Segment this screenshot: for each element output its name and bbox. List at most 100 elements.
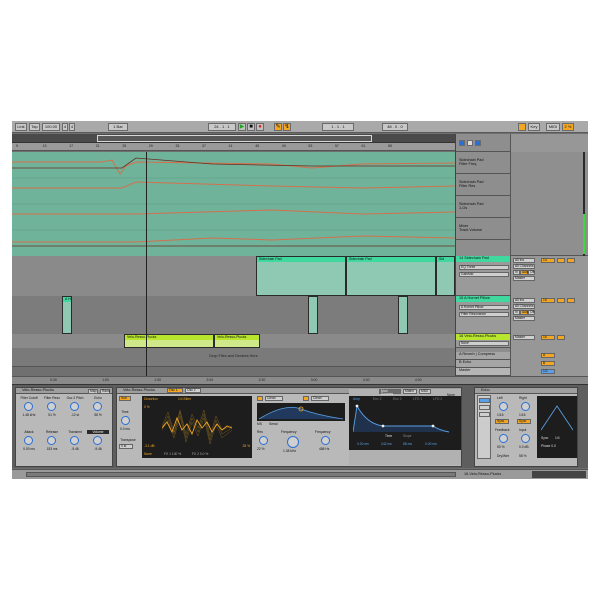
monitor-auto-button[interactable]: Auto <box>520 270 529 275</box>
macro-5-knob[interactable] <box>24 436 33 445</box>
auto-lane-header-1[interactable]: Sidechain Pad Filter Freq <box>456 152 511 174</box>
key-map-label[interactable]: Key <box>528 123 540 131</box>
input-channel-select[interactable]: All Channels <box>513 264 535 269</box>
mod-tab-lfo2[interactable]: LFO 2 <box>433 397 442 401</box>
mod-sources-tab[interactable]: Mod Sources <box>379 389 401 396</box>
auto-lane-header-3[interactable]: Sidechain Pad 1-Os <box>456 196 511 218</box>
track-lane-hornet-pillow[interactable] <box>12 296 455 334</box>
return-lanes[interactable] <box>12 366 455 376</box>
echo-tab-2[interactable] <box>479 405 490 410</box>
draw-mode-button[interactable]: ✎ <box>274 123 282 131</box>
output-select[interactable]: Master <box>513 276 535 281</box>
filter2-type[interactable]: Clean <box>311 396 329 401</box>
track-header-14[interactable]: 14 Sidechain Pad EQ Three GainMid <box>456 256 511 296</box>
auto-lane-header-4[interactable]: Mixer Track Volume <box>456 218 511 240</box>
macro-1-knob[interactable] <box>24 402 33 411</box>
track-overview[interactable] <box>532 471 586 478</box>
master-volume[interactable]: 1/2 <box>541 369 555 374</box>
echo-left-knob[interactable] <box>499 402 508 411</box>
monitor-off-button[interactable]: Off <box>528 310 535 315</box>
solo-button[interactable] <box>557 335 565 340</box>
track-header-15[interactable]: 15 A Hornet Pillow A Hornet Pillow Filte… <box>456 296 511 334</box>
macro-8-knob[interactable] <box>93 436 102 445</box>
echo-tabs[interactable] <box>477 395 491 459</box>
mod-tab-env2[interactable]: Env 2 <box>373 397 381 401</box>
tap-tempo-button[interactable]: Tap <box>29 123 40 131</box>
midi-tab[interactable]: MIDI <box>419 389 431 394</box>
solo-button[interactable] <box>557 258 565 263</box>
echo-device[interactable]: Echo Left 1/16 Sync Right 1/16 Sync Feed… <box>474 387 578 467</box>
loop-length-field[interactable]: 48 . 0 . 0 <box>382 123 408 131</box>
input-type-select[interactable]: All Ins <box>513 298 535 303</box>
matrix-tab[interactable]: Matrix <box>403 389 417 394</box>
quantize-select[interactable]: 1 Bar <box>108 123 128 131</box>
monitor-in-button[interactable]: In <box>513 270 520 275</box>
mod-tab-amp[interactable]: Amp <box>353 397 360 401</box>
monitor-off-button[interactable]: Off <box>528 270 535 275</box>
clip-plucks-1[interactable]: Velo-Resso-Plucks <box>124 334 214 348</box>
output-select[interactable]: Master <box>513 316 535 321</box>
echo-tab-1[interactable] <box>479 398 490 403</box>
param-chooser[interactable]: Filter Resonance <box>459 312 509 317</box>
master-header[interactable]: Master <box>456 368 511 376</box>
device-chooser[interactable]: None <box>459 341 509 346</box>
return-header-b[interactable]: B Echo <box>456 360 511 368</box>
macro-6-knob[interactable] <box>47 436 56 445</box>
track-activator[interactable]: 16 <box>541 335 555 340</box>
echo-right-knob[interactable] <box>521 402 530 411</box>
track-activator[interactable]: 14 <box>541 258 555 263</box>
echo-sync-right[interactable]: Sync <box>517 419 531 424</box>
return-a-activator[interactable]: A <box>541 353 555 358</box>
echo-display[interactable]: Sync 1/4 Phase 0.0 <box>537 396 577 458</box>
clip-plucks-2[interactable]: Velo-Resso-Plucks <box>214 334 260 348</box>
macro-3-knob[interactable] <box>70 402 79 411</box>
macro-2-knob[interactable] <box>47 402 56 411</box>
return-b-activator[interactable]: B <box>541 361 555 366</box>
time-knob[interactable] <box>121 416 130 425</box>
device-chooser[interactable]: A Hornet Pillow <box>459 305 509 310</box>
echo-sync-left[interactable]: Sync <box>495 419 509 424</box>
tempo-field[interactable]: 100.00 <box>42 123 60 131</box>
return-header-a[interactable]: A Reverb | Compress <box>456 352 511 360</box>
macro-4-knob[interactable] <box>93 402 102 411</box>
echo-phase[interactable]: Phase 0.0 <box>541 444 556 448</box>
filter1-type[interactable]: Clean <box>265 396 283 401</box>
sub-button[interactable]: Sub <box>119 396 131 401</box>
fx-mode[interactable]: None <box>144 452 152 456</box>
wavetable-device[interactable]: Velo-Resso-Plucks Osc 1 Osc 2 Sub Time 0… <box>116 387 462 467</box>
env-decay[interactable]: 242 ms <box>381 442 392 446</box>
osc1-tab[interactable]: Osc 1 <box>167 388 183 393</box>
fx1-value[interactable]: FX 1 100 % <box>164 452 181 456</box>
time-sig-denominator[interactable]: 4 <box>69 123 75 131</box>
automation-arm-button[interactable]: ↯ <box>283 123 291 131</box>
filter1-toggle[interactable] <box>257 396 263 401</box>
filter-response-display[interactable] <box>257 403 345 421</box>
solo-button[interactable] <box>557 298 565 303</box>
key-map-button[interactable] <box>518 123 526 131</box>
transpose-field[interactable]: 0 st <box>119 444 133 449</box>
freq2-knob[interactable] <box>321 436 330 445</box>
macro-7-knob[interactable] <box>70 436 79 445</box>
instrument-rack[interactable]: Velo-Resso-Plucks Map Rand Filter Cutoff… <box>15 387 113 467</box>
rand-button[interactable]: Rand <box>100 389 110 394</box>
res-knob[interactable] <box>259 436 268 445</box>
input-type-select[interactable]: All Ins <box>513 258 535 263</box>
clip-sidechain-pad-2[interactable]: Sidechain Pad <box>346 256 436 296</box>
echo-input-knob[interactable] <box>521 434 530 443</box>
freq1-knob[interactable] <box>287 436 299 448</box>
filter-mode[interactable]: MS <box>257 422 262 426</box>
param-chooser[interactable]: GainMid <box>459 272 509 277</box>
envelope-display[interactable]: Amp Env 2 Env 3 LFO 1 LFO 2 Time Slope 0… <box>349 396 461 450</box>
mod-tab-env3[interactable]: Env 3 <box>393 397 401 401</box>
env-attack[interactable]: 0.00 ms <box>357 442 369 446</box>
filter-routing[interactable]: Serial <box>269 422 277 426</box>
stop-button[interactable]: ■ <box>247 123 255 131</box>
play-button[interactable]: ▶ <box>238 123 246 131</box>
arrangement-view[interactable]: Sidechain Pad Sidechain Pad Sid A Hor Ve… <box>12 152 455 376</box>
env-sustain[interactable]: 88 ms <box>403 442 412 446</box>
track-activator[interactable]: 15 <box>541 298 555 303</box>
fx2-value[interactable]: FX 2 0.0 % <box>192 452 208 456</box>
arm-button[interactable] <box>567 258 575 263</box>
map-button[interactable]: Map <box>88 389 98 394</box>
device-chooser[interactable]: EQ Three <box>459 265 509 270</box>
